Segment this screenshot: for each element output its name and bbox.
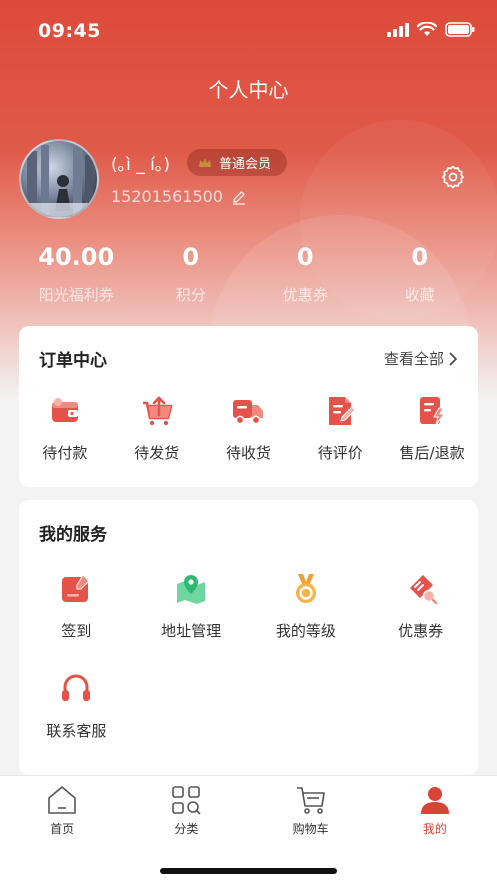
stat-welfare-coupon[interactable]: 40.00 阳光福利券 [19, 240, 134, 305]
stat-value: 0 [296, 243, 314, 271]
service-label: 签到 [61, 622, 92, 640]
service-label: 优惠券 [398, 622, 444, 640]
service-checkin[interactable]: 签到 [19, 572, 134, 672]
order-item-label: 待发货 [134, 444, 180, 462]
services-grid: 签到 地址管理 我的等级 优惠券 联系客服 [19, 572, 478, 772]
order-item-label: 售后/退款 [399, 444, 465, 462]
tab-label: 购物车 [292, 822, 329, 836]
order-pending-receipt[interactable]: 待收货 [203, 394, 295, 463]
stat-coupons[interactable]: 0 优惠券 [248, 240, 363, 305]
stat-value: 0 [182, 243, 200, 271]
tab-category[interactable]: 分类 [124, 784, 248, 840]
member-badge: 普通会员 [187, 149, 287, 176]
order-center-card: 订单中心 查看全部 待付款 待发货 待收货 待评价 售后/退款 [19, 326, 478, 487]
wallet-icon [51, 398, 78, 422]
order-pending-review[interactable]: 待评价 [294, 394, 386, 463]
home-indicator [160, 868, 337, 874]
wifi-icon [417, 22, 437, 36]
stat-points[interactable]: 0 积分 [134, 240, 249, 305]
medal-icon [295, 574, 316, 603]
service-coupons[interactable]: 优惠券 [363, 572, 478, 672]
tab-mine[interactable]: 我的 [373, 784, 497, 840]
stat-favorites[interactable]: 0 收藏 [363, 240, 478, 305]
avatar[interactable] [19, 139, 99, 219]
settings-gear-icon[interactable] [441, 165, 465, 189]
bottom-tab-bar: 首页 分类 购物车 我的 [0, 775, 497, 883]
service-label: 地址管理 [161, 622, 222, 640]
cart-upload-icon [142, 396, 172, 426]
status-time: 09:45 [38, 20, 101, 42]
tab-label: 分类 [174, 822, 199, 836]
truck-icon [233, 400, 264, 425]
service-label: 联系客服 [46, 722, 107, 740]
category-icon [172, 786, 201, 815]
coupon-icon [409, 575, 437, 605]
chevron-right-icon [449, 351, 458, 366]
service-customer-support[interactable]: 联系客服 [19, 672, 134, 772]
tab-cart[interactable]: 购物车 [249, 784, 373, 840]
stat-label: 积分 [175, 286, 206, 304]
user-icon [420, 787, 449, 814]
stat-label: 收藏 [404, 286, 435, 304]
tab-home[interactable]: 首页 [0, 784, 124, 840]
service-label: 我的等级 [275, 622, 336, 640]
tab-label: 首页 [50, 822, 75, 836]
order-center-title: 订单中心 [39, 351, 107, 371]
cart-icon [296, 787, 325, 814]
order-status-row: 待付款 待发货 待收货 待评价 售后/退款 [19, 394, 478, 463]
refund-document-icon [420, 397, 446, 426]
status-bar: 09:45 [0, 0, 497, 60]
order-pending-payment[interactable]: 待付款 [19, 394, 111, 463]
map-pin-icon [177, 575, 206, 604]
stat-label: 优惠券 [282, 286, 328, 304]
view-all-orders-link[interactable]: 查看全部 [384, 348, 458, 369]
order-item-label: 待收货 [225, 444, 271, 462]
headset-icon [62, 674, 91, 701]
stats-row: 40.00 阳光福利券 0 积分 0 优惠券 0 收藏 [19, 240, 477, 305]
edit-icon[interactable] [231, 189, 247, 205]
signal-icon [387, 22, 409, 37]
order-pending-shipment[interactable]: 待发货 [111, 394, 203, 463]
username: (｡ì _ í｡) [111, 155, 171, 175]
battery-icon [445, 22, 475, 37]
service-address[interactable]: 地址管理 [134, 572, 249, 672]
phone-row: 15201561500 [111, 187, 247, 206]
status-icons [387, 22, 475, 37]
phone-number: 15201561500 [111, 187, 223, 206]
tab-label: 我的 [422, 822, 447, 836]
crown-icon [199, 157, 211, 167]
my-services-title: 我的服务 [39, 525, 107, 545]
order-item-label: 待评价 [317, 444, 363, 462]
my-services-card: 我的服务 签到 地址管理 我的等级 优惠券 联系客服 [19, 500, 478, 775]
stat-value: 40.00 [38, 243, 115, 271]
home-icon [48, 786, 76, 814]
stat-label: 阳光福利券 [38, 286, 114, 304]
page-title: 个人中心 [208, 78, 289, 102]
order-item-label: 待付款 [42, 444, 88, 462]
order-after-sales[interactable]: 售后/退款 [386, 394, 478, 463]
member-level: 普通会员 [219, 157, 272, 172]
view-all-label: 查看全部 [383, 350, 444, 368]
checkin-icon [62, 574, 91, 602]
edit-document-icon [329, 397, 356, 425]
service-level[interactable]: 我的等级 [249, 572, 364, 672]
stat-value: 0 [411, 243, 429, 271]
